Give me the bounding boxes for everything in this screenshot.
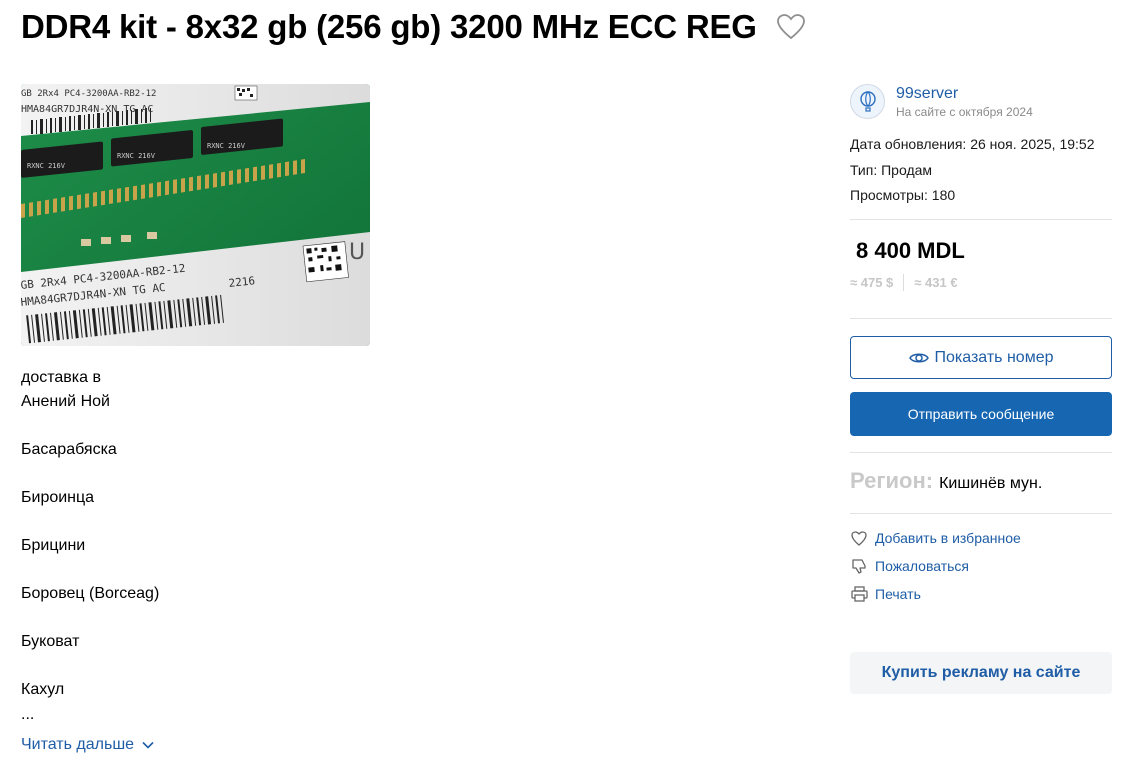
description-line: Кахул (21, 681, 65, 698)
svg-text:RXNC 216V: RXNC 216V (117, 152, 156, 160)
region: Регион: Кишинёв мун. (850, 468, 1042, 494)
svg-text:HMA84GR7DJR4N-XN TG AC: HMA84GR7DJR4N-XN TG AC (21, 104, 153, 115)
show-phone-label: Показать номер (934, 348, 1054, 366)
description-line: Басарабяска (21, 441, 117, 458)
ram-modules-image: GB 2Rx4 PC4-3200AA-RB2-12 HMA84GR7DJR4N-… (21, 84, 370, 346)
description-line: Бироинца (21, 489, 95, 506)
print-link[interactable]: Печать (850, 585, 921, 603)
buy-ad-button[interactable]: Купить рекламу на сайте (850, 652, 1112, 694)
divider (850, 452, 1112, 453)
eye-icon (908, 353, 929, 362)
divider (850, 513, 1112, 514)
thumbs-down-icon (850, 557, 868, 575)
page-title: DDR4 kit - 8x32 gb (256 gb) 3200 MHz ECC… (21, 8, 757, 45)
description-line: Брицини (21, 537, 86, 554)
seller-name[interactable]: 99server (896, 84, 1033, 103)
svg-text:2216: 2216 (228, 274, 256, 290)
send-message-button[interactable]: Отправить сообщение (850, 392, 1112, 436)
ad-type: Тип: Продам (850, 162, 933, 178)
avatar[interactable] (850, 84, 885, 119)
buy-ad-label: Купить рекламу на сайте (881, 664, 1081, 681)
read-more-label: Читать дальше (21, 736, 135, 753)
description: доставка в Анений Ной Басарабяска Бироин… (21, 366, 421, 702)
heart-icon (850, 529, 868, 547)
price-eur: ≈ 431 € (914, 275, 958, 290)
region-label: Регион: (850, 468, 934, 493)
seller-since: На сайте с октября 2024 (896, 105, 1033, 119)
svg-text:RXNC 216V: RXNC 216V (207, 142, 246, 150)
balloon-icon (859, 90, 876, 112)
description-line: Буковат (21, 633, 80, 650)
listing-photo[interactable]: GB 2Rx4 PC4-3200AA-RB2-12 HMA84GR7DJR4N-… (21, 84, 370, 346)
price: 8 400 MDL (856, 238, 965, 263)
svg-text:GB 2Rx4 PC4-3200AA-RB2-12: GB 2Rx4 PC4-3200AA-RB2-12 (21, 89, 156, 99)
report-link[interactable]: Пожаловаться (850, 557, 969, 575)
divider (850, 219, 1112, 220)
price-usd: ≈ 475 $ (850, 275, 894, 290)
price-conversions: ≈ 475 $ ≈ 431 € (850, 274, 958, 291)
svg-text:RXNC 216V: RXNC 216V (27, 162, 66, 170)
add-to-favorites-label: Добавить в избранное (875, 530, 1021, 546)
divider (903, 274, 905, 291)
divider (850, 318, 1112, 319)
svg-text:U: U (349, 240, 365, 265)
show-phone-button[interactable]: Показать номер (850, 336, 1112, 379)
seller-block[interactable]: 99server На сайте с октября 2024 (850, 84, 1033, 119)
views-count: Просмотры: 180 (850, 187, 956, 203)
chevron-down-icon (142, 741, 154, 749)
read-more-link[interactable]: Читать дальше (21, 736, 154, 754)
update-date: Дата обновления: 26 ноя. 2025, 19:52 (850, 136, 1095, 152)
send-message-label: Отправить сообщение (907, 406, 1055, 422)
description-line: доставка в (21, 369, 101, 386)
add-to-favorites-link[interactable]: Добавить в избранное (850, 529, 1021, 547)
report-label: Пожаловаться (875, 558, 970, 574)
description-line: Анений Ной (21, 393, 110, 410)
printer-icon (850, 585, 868, 603)
heart-icon[interactable] (776, 14, 805, 40)
description-line: Боровец (Borceag) (21, 585, 160, 602)
description-ellipsis: ... (21, 706, 35, 723)
region-value: Кишинёв мун. (939, 475, 1043, 492)
title-row: DDR4 kit - 8x32 gb (256 gb) 3200 MHz ECC… (21, 8, 805, 46)
print-label: Печать (875, 586, 921, 602)
